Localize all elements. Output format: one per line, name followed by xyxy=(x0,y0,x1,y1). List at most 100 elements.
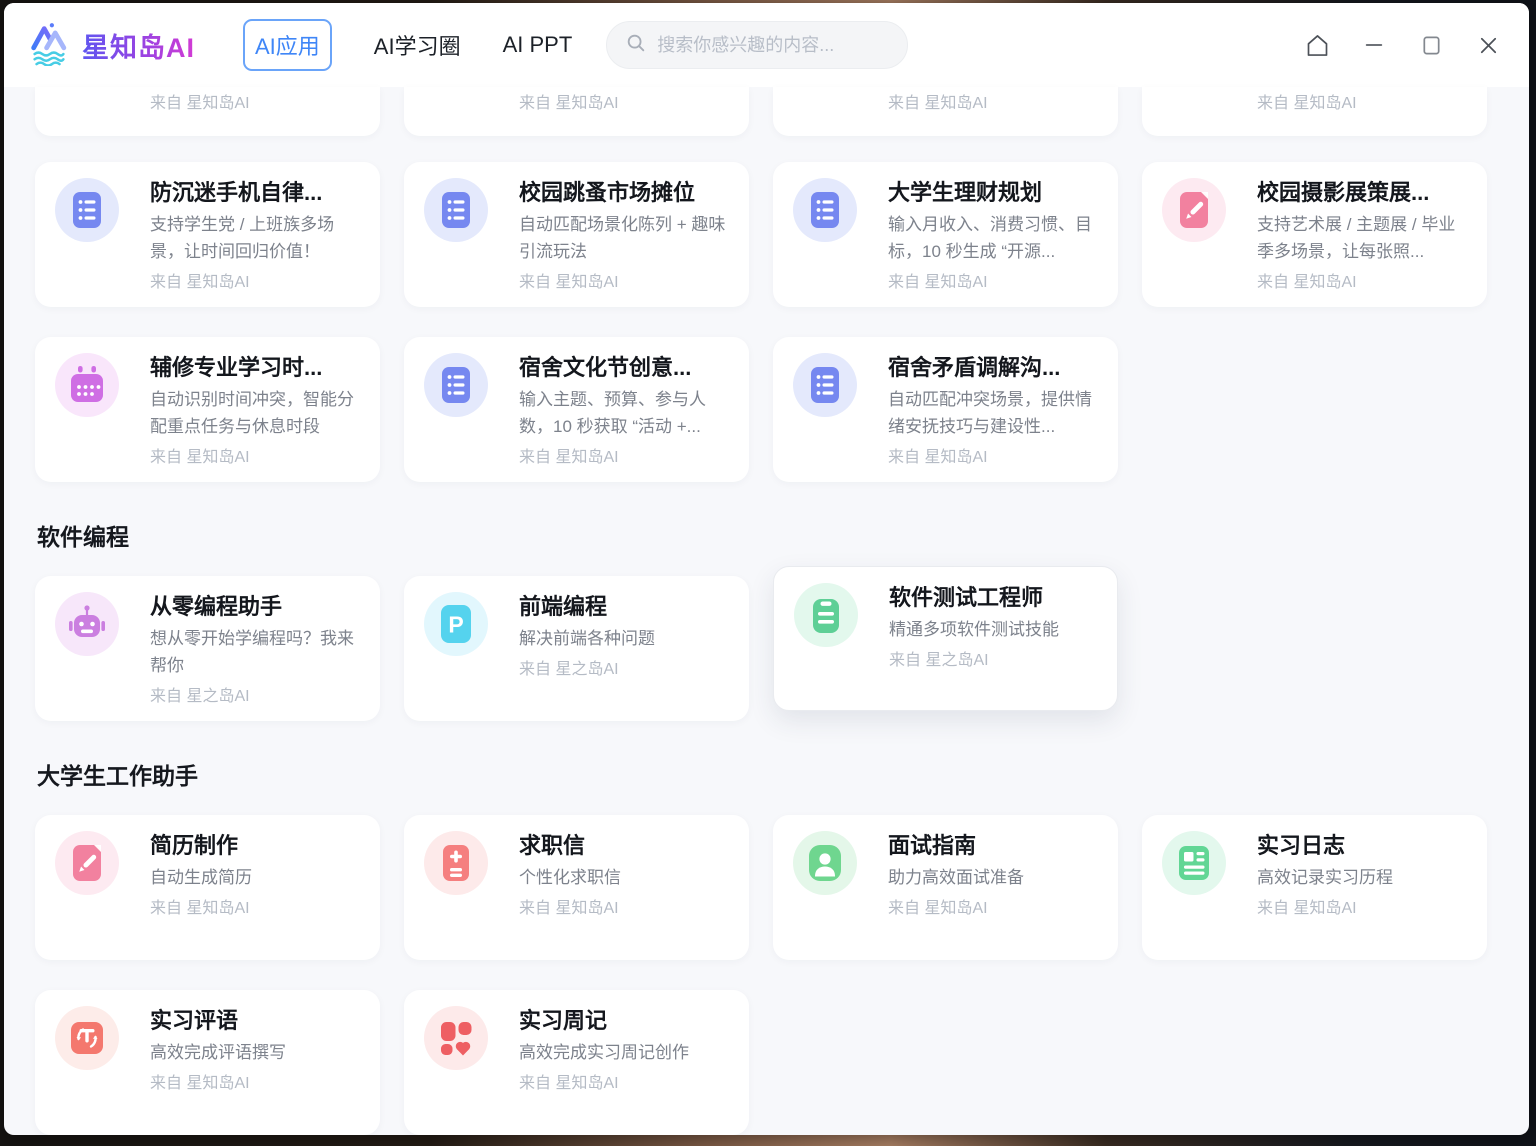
card-text: 校园摄影展策展... 支持艺术展 / 主题展 / 毕业季多场景，让每张照... … xyxy=(1257,178,1469,294)
card-source: 来自 星知岛AI xyxy=(150,447,362,469)
app-sections: 防沉迷手机自律... 支持学生党 / 上班族多场景，让时间回归价值！ 来自 星知… xyxy=(35,162,1487,1135)
app-card[interactable]: 辅修专业学习时... 自动识别时间冲突，智能分配重点任务与休息时段 来自 星知岛… xyxy=(35,337,380,482)
tab-ai-learning-circle[interactable]: AI学习圈 xyxy=(374,29,461,61)
card-grid: 防沉迷手机自律... 支持学生党 / 上班族多场景，让时间回归价值！ 来自 星知… xyxy=(35,162,1487,482)
card-source: 来自 星之岛AI xyxy=(519,659,731,681)
card-icon-badge xyxy=(424,178,488,242)
grid-heart-icon xyxy=(434,1016,478,1060)
card-source: 来自 星知岛AI xyxy=(519,93,731,115)
app-card-clipped[interactable]: 来自 星知岛AI xyxy=(1142,87,1487,136)
app-card[interactable]: 宿舍矛盾调解沟... 自动匹配冲突场景，提供情绪安抚技巧与建设性... 来自 星… xyxy=(773,337,1118,482)
nav-tabs: AI应用 AI学习圈 AI PPT xyxy=(243,19,572,71)
card-source: 来自 星知岛AI xyxy=(1257,93,1469,115)
card-title: 求职信 xyxy=(519,831,731,861)
desktop-background: 星知岛AI AI应用 AI学习圈 AI PPT xyxy=(0,0,1536,1146)
app-card[interactable]: 实习评语 高效完成评语撰写 来自 星知岛AI xyxy=(35,990,380,1135)
card-description: 高效记录实习历程 xyxy=(1257,864,1469,891)
card-text: 软件测试工程师 精通多项软件测试技能 来自 星之岛AI xyxy=(889,583,1099,672)
app-card[interactable]: 简历制作 自动生成简历 来自 星知岛AI xyxy=(35,815,380,960)
minimize-button[interactable] xyxy=(1359,30,1389,60)
card-icon-badge xyxy=(424,1006,488,1070)
brand-title: 星知岛AI xyxy=(82,26,195,65)
app-card[interactable]: 求职信 个性化求职信 来自 星知岛AI xyxy=(404,815,749,960)
card-description: 解决前端各种问题 xyxy=(519,625,731,652)
app-card[interactable]: 面试指南 助力高效面试准备 来自 星知岛AI xyxy=(773,815,1118,960)
app-card[interactable]: P 前端编程 解决前端各种问题 来自 星之岛AI xyxy=(404,576,749,721)
card-icon-badge xyxy=(793,831,857,895)
card-source: 来自 星知岛AI xyxy=(150,898,362,920)
card-title: 实习日志 xyxy=(1257,831,1469,861)
card-description: 个性化求职信 xyxy=(519,864,731,891)
home-button[interactable] xyxy=(1302,30,1332,60)
card-icon-badge xyxy=(1162,831,1226,895)
card-description: 支持艺术展 / 主题展 / 毕业季多场景，让每张照... xyxy=(1257,211,1469,265)
card-icon-badge xyxy=(793,178,857,242)
app-card-clipped[interactable]: 来自 星知岛AI xyxy=(404,87,749,136)
app-card[interactable]: 校园摄影展策展... 支持艺术展 / 主题展 / 毕业季多场景，让每张照... … xyxy=(1142,162,1487,307)
card-source: 来自 星知岛AI xyxy=(150,1073,362,1095)
translate-icon xyxy=(65,1016,109,1060)
card-title: 校园跳蚤市场摊位 xyxy=(519,178,731,208)
maximize-button[interactable] xyxy=(1416,30,1446,60)
app-card-clipped[interactable]: 来自 星知岛AI xyxy=(773,87,1118,136)
card-text: 面试指南 助力高效面试准备 来自 星知岛AI xyxy=(888,831,1100,920)
clipboard-icon xyxy=(804,593,848,637)
plus-doc-icon xyxy=(434,841,478,885)
card-text: 从零编程助手 想从零开始学编程吗？我来帮你 来自 星之岛AI xyxy=(150,592,362,708)
card-icon-badge xyxy=(55,178,119,242)
search-box[interactable] xyxy=(606,21,908,69)
card-title: 面试指南 xyxy=(888,831,1100,861)
maximize-icon xyxy=(1420,34,1443,57)
app-card[interactable]: 防沉迷手机自律... 支持学生党 / 上班族多场景，让时间回归价值！ 来自 星知… xyxy=(35,162,380,307)
tab-ai-ppt[interactable]: AI PPT xyxy=(503,32,573,58)
app-logo[interactable]: 星知岛AI xyxy=(26,20,195,71)
card-description: 自动匹配冲突场景，提供情绪安抚技巧与建设性... xyxy=(888,386,1100,440)
app-window: 星知岛AI AI应用 AI学习圈 AI PPT xyxy=(4,3,1529,1135)
card-source: 来自 星之岛AI xyxy=(150,686,362,708)
card-text: 求职信 个性化求职信 来自 星知岛AI xyxy=(519,831,731,920)
card-title: 宿舍文化节创意... xyxy=(519,353,731,383)
app-card[interactable]: 大学生理财规划 输入月收入、消费习惯、目标，10 秒生成 “开源... 来自 星… xyxy=(773,162,1118,307)
card-text: 宿舍文化节创意... 输入主题、预算、参与人数，10 秒获取 “活动 +... … xyxy=(519,353,731,469)
app-card[interactable]: 实习周记 高效完成实习周记创作 来自 星知岛AI xyxy=(404,990,749,1135)
card-description: 精通多项软件测试技能 xyxy=(889,616,1099,643)
card-source: 来自 星知岛AI xyxy=(519,898,731,920)
card-text: 实习评语 高效完成评语撰写 来自 星知岛AI xyxy=(150,1006,362,1095)
section-title: 软件编程 xyxy=(37,518,1487,552)
list-icon xyxy=(434,188,478,232)
card-source: 来自 星知岛AI xyxy=(1257,272,1469,294)
app-card[interactable]: 实习日志 高效记录实习历程 来自 星知岛AI xyxy=(1142,815,1487,960)
app-card[interactable]: 软件测试工程师 精通多项软件测试技能 来自 星之岛AI xyxy=(773,566,1118,711)
card-text: 大学生理财规划 输入月收入、消费习惯、目标，10 秒生成 “开源... 来自 星… xyxy=(888,178,1100,294)
tab-ai-apps[interactable]: AI应用 xyxy=(243,19,332,71)
card-title: 实习评语 xyxy=(150,1006,362,1036)
article-icon xyxy=(1172,841,1216,885)
card-text: 辅修专业学习时... 自动识别时间冲突，智能分配重点任务与休息时段 来自 星知岛… xyxy=(150,353,362,469)
content-area: 来自 星知岛AI 来自 星知岛AI 来自 星知岛AI 来自 星知岛AI 防沉迷手… xyxy=(4,87,1529,1135)
card-source: 来自 星知岛AI xyxy=(519,447,731,469)
app-card-clipped[interactable]: 来自 星知岛AI xyxy=(35,87,380,136)
card-text: 前端编程 解决前端各种问题 来自 星之岛AI xyxy=(519,592,731,681)
card-text: 校园跳蚤市场摊位 自动匹配场景化陈列 + 趣味引流玩法 来自 星知岛AI xyxy=(519,178,731,294)
logo-icon xyxy=(26,20,72,71)
card-icon-badge xyxy=(793,353,857,417)
person-icon xyxy=(803,841,847,885)
card-description: 输入月收入、消费习惯、目标，10 秒生成 “开源... xyxy=(888,211,1100,265)
card-text: 简历制作 自动生成简历 来自 星知岛AI xyxy=(150,831,362,920)
app-card[interactable]: 宿舍文化节创意... 输入主题、预算、参与人数，10 秒获取 “活动 +... … xyxy=(404,337,749,482)
app-card[interactable]: 校园跳蚤市场摊位 自动匹配场景化陈列 + 趣味引流玩法 来自 星知岛AI xyxy=(404,162,749,307)
card-title: 软件测试工程师 xyxy=(889,583,1099,613)
close-button[interactable] xyxy=(1473,30,1503,60)
section-title: 大学生工作助手 xyxy=(37,757,1487,791)
card-text: 实习周记 高效完成实习周记创作 来自 星知岛AI xyxy=(519,1006,731,1095)
card-icon-badge xyxy=(424,353,488,417)
list-icon xyxy=(434,363,478,407)
card-source: 来自 星知岛AI xyxy=(888,272,1100,294)
app-card[interactable]: 从零编程助手 想从零开始学编程吗？我来帮你 来自 星之岛AI xyxy=(35,576,380,721)
card-icon-badge xyxy=(55,1006,119,1070)
pencil-page-icon xyxy=(1172,188,1216,232)
card-text: 宿舍矛盾调解沟... 自动匹配冲突场景，提供情绪安抚技巧与建设性... 来自 星… xyxy=(888,353,1100,469)
search-input[interactable] xyxy=(657,35,889,56)
card-grid: 简历制作 自动生成简历 来自 星知岛AI 求职信 个性化求职信 来自 星知岛AI… xyxy=(35,815,1487,1135)
card-description: 想从零开始学编程吗？我来帮你 xyxy=(150,625,362,679)
